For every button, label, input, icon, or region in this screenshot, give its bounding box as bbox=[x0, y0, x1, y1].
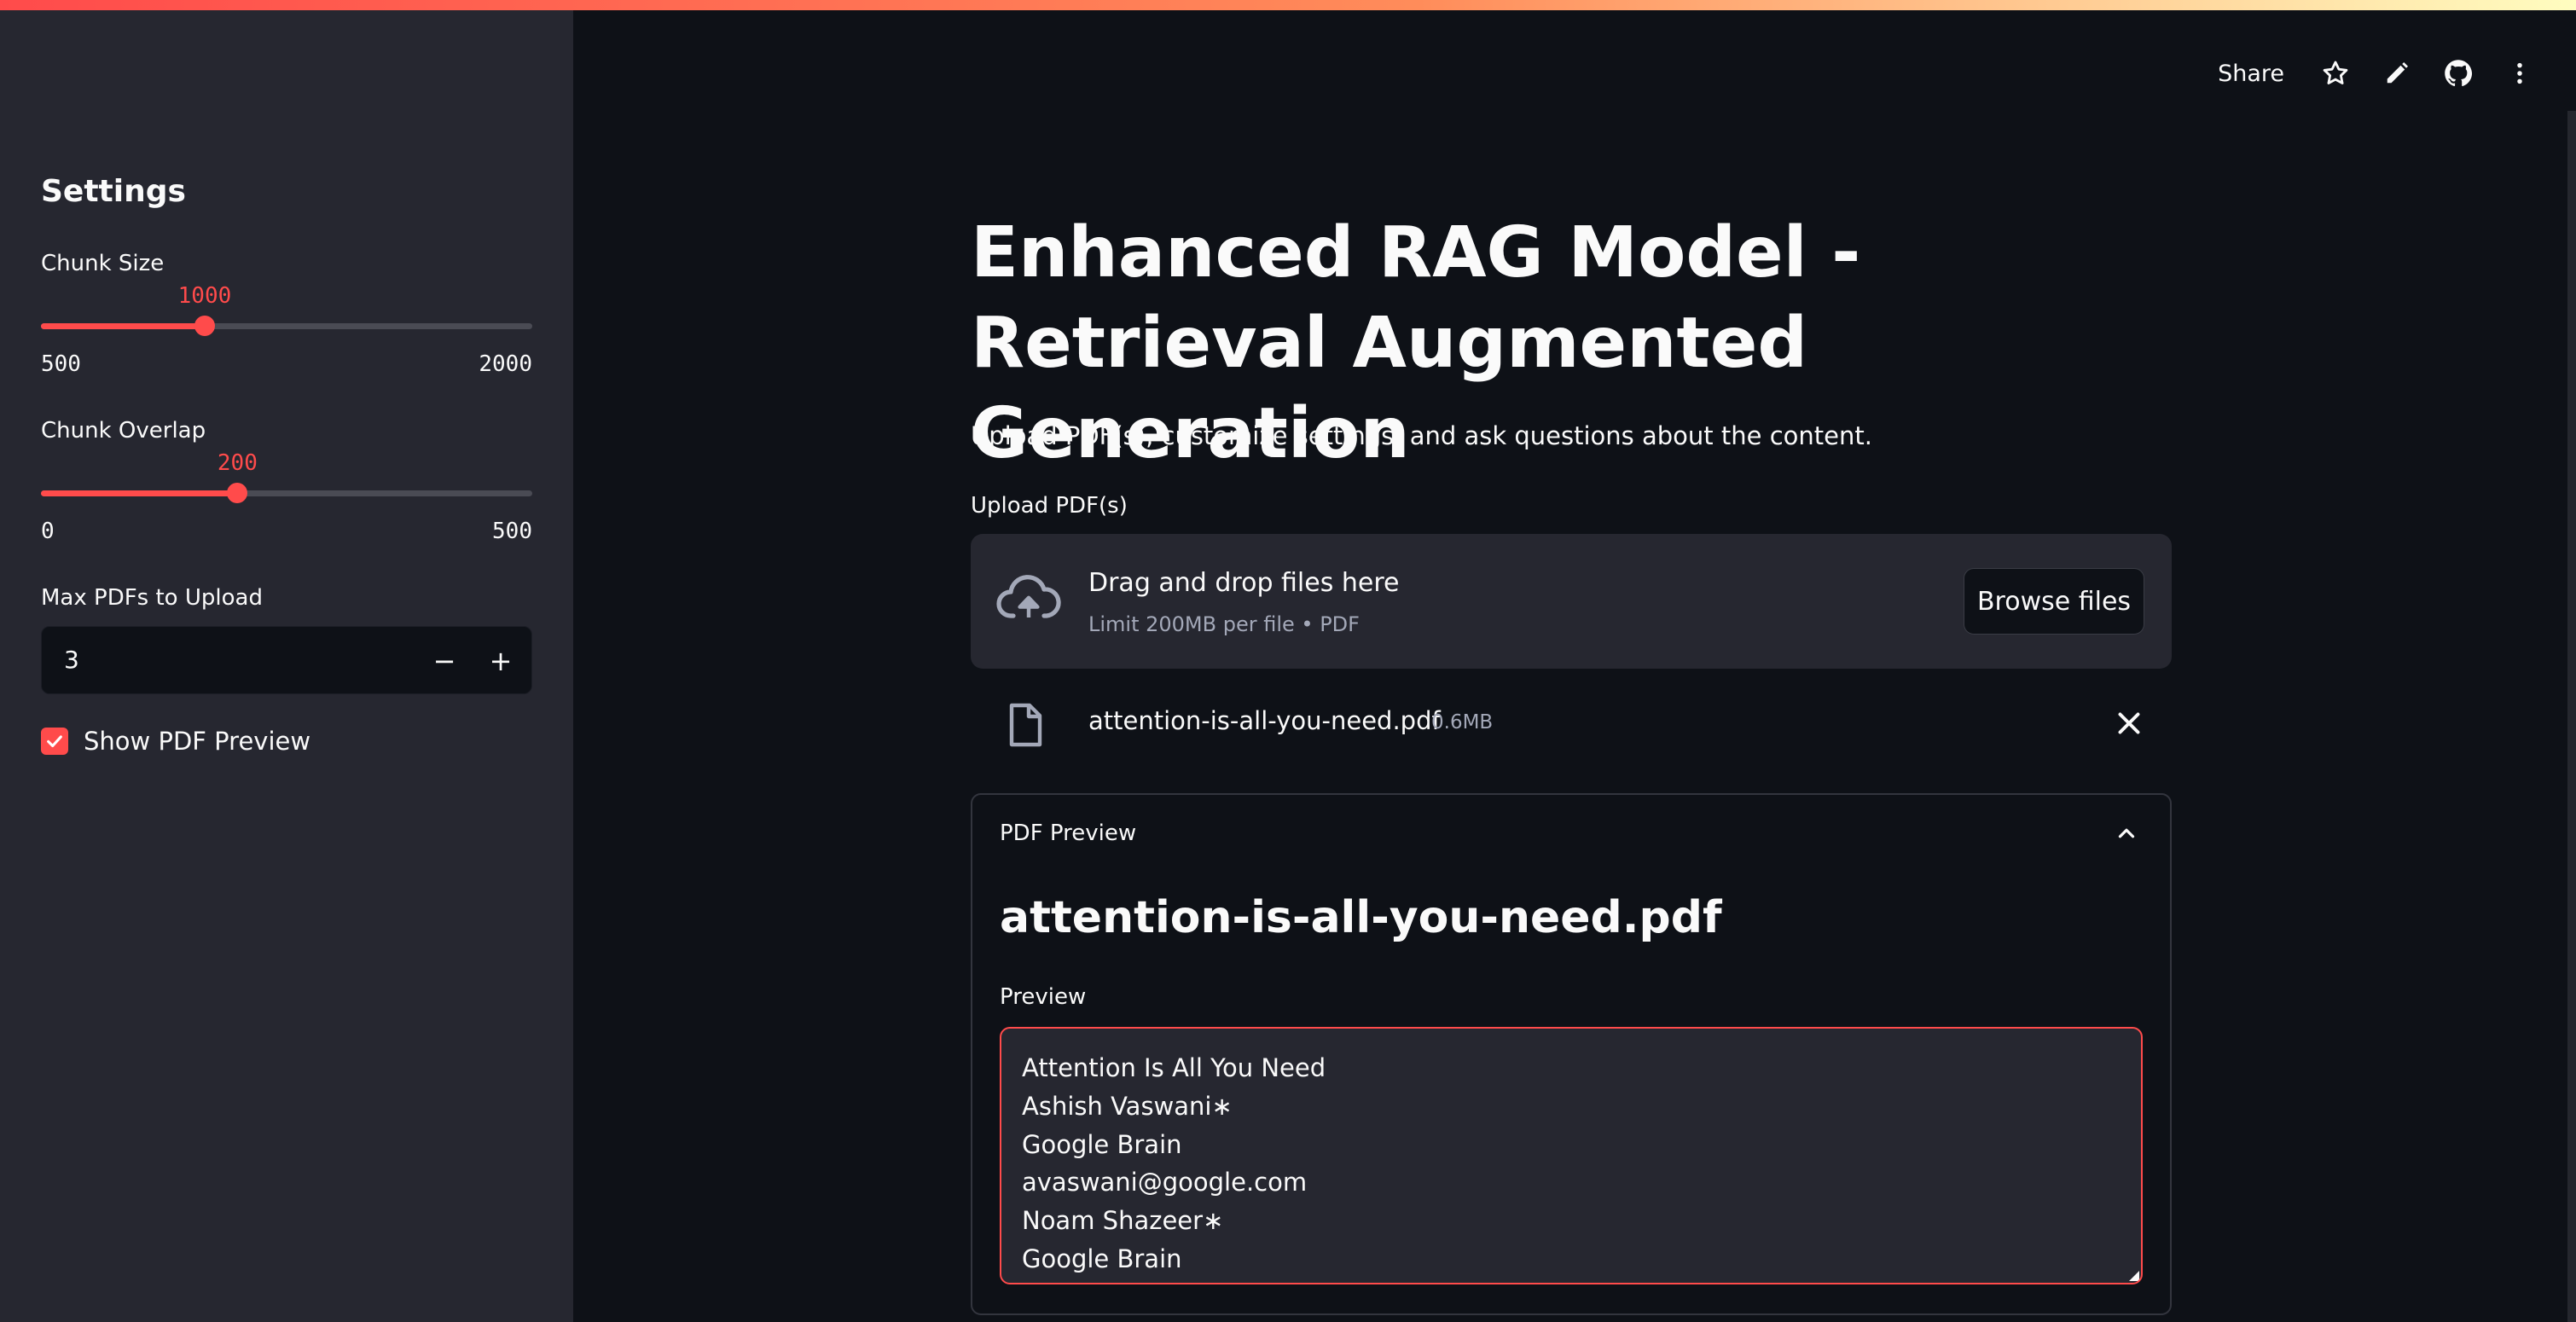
file-icon bbox=[1007, 703, 1044, 751]
upload-label: Upload PDF(s) bbox=[971, 493, 1128, 519]
sidebar-title: Settings bbox=[41, 174, 186, 209]
dropzone-limit: Limit 200MB per file • PDF bbox=[1088, 612, 1360, 636]
chunk-overlap-value: 200 bbox=[217, 450, 258, 476]
pdf-preview-expander: PDF Preview attention-is-all-you-need.pd… bbox=[971, 793, 2172, 1315]
show-pdf-preview-label: Show PDF Preview bbox=[84, 727, 311, 756]
remove-file-icon[interactable] bbox=[2114, 708, 2144, 742]
chunk-overlap-label: Chunk Overlap bbox=[41, 418, 206, 444]
expander-header[interactable]: PDF Preview bbox=[1000, 820, 1136, 846]
sidebar: Settings Chunk Size 1000 500 2000 Chunk … bbox=[0, 0, 573, 1322]
decrement-button[interactable]: − bbox=[417, 627, 472, 695]
chunk-size-slider-fill bbox=[41, 323, 205, 329]
file-dropzone[interactable]: Drag and drop files here Limit 200MB per… bbox=[971, 534, 2172, 669]
chunk-overlap-slider[interactable] bbox=[41, 483, 532, 503]
pdf-file-heading: attention-is-all-you-need.pdf bbox=[1000, 892, 1722, 943]
pencil-icon[interactable] bbox=[2375, 51, 2419, 96]
chunk-overlap-min: 0 bbox=[41, 519, 55, 544]
chunk-size-slider-handle[interactable] bbox=[194, 316, 215, 336]
chunk-overlap-max: 500 bbox=[492, 519, 532, 544]
header-toolbar: Share bbox=[2206, 53, 2542, 94]
preview-textarea[interactable]: Attention Is All You Need Ashish Vaswani… bbox=[1000, 1027, 2143, 1284]
chunk-size-label: Chunk Size bbox=[41, 251, 165, 276]
preview-line: avaswani@google.com bbox=[1022, 1168, 1308, 1197]
preview-line: Google Brain bbox=[1022, 1244, 1182, 1273]
preview-line: Noam Shazeer∗ bbox=[1022, 1206, 1224, 1236]
checkmark-icon bbox=[47, 735, 62, 748]
top-decoration-stripe bbox=[0, 0, 2576, 10]
chunk-size-max: 2000 bbox=[479, 351, 532, 377]
show-pdf-preview-toggle[interactable]: Show PDF Preview bbox=[41, 727, 310, 756]
chunk-overlap-slider-fill bbox=[41, 490, 238, 496]
uploaded-file-row: attention-is-all-you-need.pdf 0.6MB bbox=[971, 693, 2172, 756]
cloud-upload-icon bbox=[996, 571, 1061, 626]
browse-files-button[interactable]: Browse files bbox=[1964, 568, 2144, 635]
chunk-size-value: 1000 bbox=[177, 283, 232, 309]
max-pdfs-label: Max PDFs to Upload bbox=[41, 585, 263, 611]
main-scrollbar[interactable] bbox=[2567, 111, 2576, 1322]
chunk-overlap-slider-handle[interactable] bbox=[227, 483, 248, 503]
chunk-size-slider[interactable] bbox=[41, 316, 532, 336]
page-subtitle: Upload PDF(s), customize settings, and a… bbox=[971, 421, 1872, 450]
preview-line: Ashish Vaswani∗ bbox=[1022, 1091, 1233, 1121]
preview-line: Attention Is All You Need bbox=[1022, 1053, 1326, 1082]
dropzone-instructions: Drag and drop files here bbox=[1088, 568, 1400, 598]
share-button[interactable]: Share bbox=[2206, 61, 2296, 87]
max-pdfs-input[interactable]: 3 − + bbox=[41, 626, 532, 694]
increment-button[interactable]: + bbox=[473, 627, 528, 695]
max-pdfs-value[interactable]: 3 bbox=[64, 646, 79, 674]
more-vertical-icon[interactable] bbox=[2498, 51, 2542, 96]
star-icon[interactable] bbox=[2313, 51, 2358, 96]
resize-handle[interactable] bbox=[2129, 1271, 2139, 1281]
chevron-up-icon[interactable] bbox=[2114, 820, 2139, 849]
uploaded-file-name: attention-is-all-you-need.pdf bbox=[1088, 706, 1441, 735]
preview-line: Google Brain bbox=[1022, 1129, 1182, 1159]
show-pdf-preview-checkbox[interactable] bbox=[41, 728, 68, 755]
github-icon[interactable] bbox=[2436, 51, 2480, 96]
uploaded-file-size: 0.6MB bbox=[1431, 711, 1494, 733]
preview-label: Preview bbox=[1000, 984, 1087, 1010]
chunk-size-min: 500 bbox=[41, 351, 81, 377]
